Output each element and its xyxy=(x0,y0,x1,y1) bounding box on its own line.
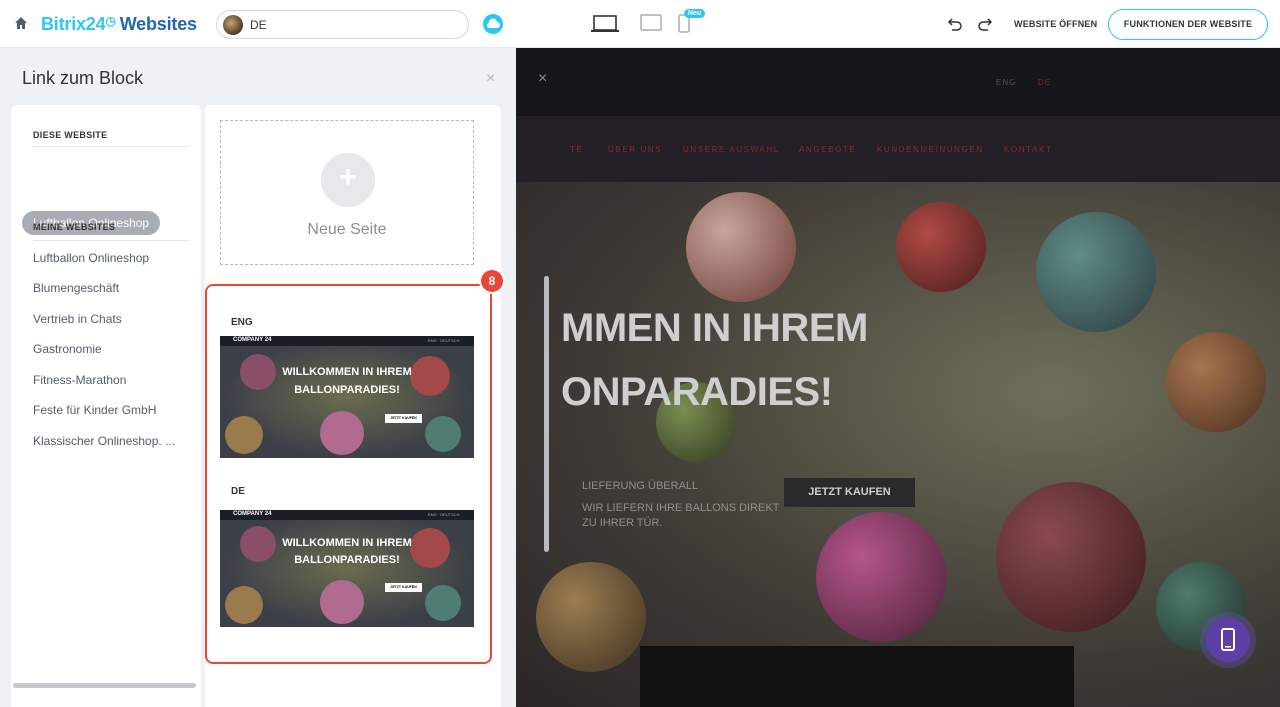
preview-hero: MMEN IN IHREM ONPARADIES! LIEFERUNG ÜBER… xyxy=(516,182,1280,707)
my-sites-header: MEINE WEBSITES xyxy=(33,222,116,232)
laptop-icon[interactable] xyxy=(590,14,620,34)
site-item-klassisch[interactable]: Klassischer Onlineshop. ... xyxy=(33,434,175,448)
brand-bitrix: Bitrix24 xyxy=(41,14,106,34)
cloud-icon[interactable] xyxy=(483,14,503,34)
preview-lang-de: DE xyxy=(1038,78,1052,87)
this-site-header: DIESE WEBSITE xyxy=(33,130,108,140)
brand-clock-icon: ◷ xyxy=(105,14,116,28)
site-item-fitness[interactable]: Fitness-Marathon xyxy=(33,373,126,387)
vertical-scrollbar[interactable] xyxy=(544,276,549,552)
open-website-link[interactable]: WEBSITE ÖFFNEN xyxy=(1014,19,1097,29)
balloon-shape xyxy=(686,192,796,302)
website-preview: ENG DE TE ÜBER UNS UNSERE AUSWAHL ANGEBO… xyxy=(516,48,1280,707)
sites-column: DIESE WEBSITE Luftballon Onlineshop MEIN… xyxy=(11,105,201,707)
site-language-select[interactable]: DE xyxy=(216,10,469,39)
preview-nav-item: ÜBER UNS xyxy=(608,145,663,154)
preview-header: ENG DE xyxy=(516,48,1280,116)
panel-close-icon[interactable]: × xyxy=(486,70,495,88)
balloon-shape xyxy=(996,482,1146,632)
preview-nav-item: ANGEBOTE xyxy=(799,145,857,154)
panel-title: Link zum Block xyxy=(22,68,144,88)
home-icon[interactable] xyxy=(14,16,28,30)
preview-footer-block xyxy=(640,646,1074,707)
preview-delivery: LIEFERUNG ÜBERALL xyxy=(582,480,699,492)
preview-nav-item: KUNDENMEINUNGEN xyxy=(877,145,984,154)
preview-hero-title-2: ONPARADIES! xyxy=(561,370,833,414)
balloon-shape xyxy=(1036,212,1156,332)
mobile-preview-button[interactable] xyxy=(1206,618,1250,662)
site-item-feste[interactable]: Feste für Kinder GmbH xyxy=(33,403,156,417)
site-language-value: DE xyxy=(250,18,267,32)
tablet-icon[interactable] xyxy=(640,14,662,32)
balloon-shape xyxy=(1166,332,1266,432)
top-bar: Bitrix24◷ Websites DE Neu WEBSITE ÖFFNEN … xyxy=(0,0,1280,48)
horizontal-scrollbar[interactable] xyxy=(13,683,196,688)
undo-icon[interactable] xyxy=(947,16,963,32)
highlight-frame xyxy=(205,284,492,664)
brand-title: Bitrix24◷ Websites xyxy=(41,14,197,35)
site-avatar xyxy=(223,15,243,35)
balloon-shape xyxy=(896,202,986,292)
brand-websites: Websites xyxy=(119,14,197,34)
step-badge: 8 xyxy=(481,270,503,292)
preview-lang-eng: ENG xyxy=(996,78,1017,87)
preview-nav-item: UNSERE AUSWAHL xyxy=(683,145,780,154)
new-page-label: Neue Seite xyxy=(307,221,387,238)
site-item-gastronomie[interactable]: Gastronomie xyxy=(33,342,102,356)
new-badge: Neu xyxy=(684,9,706,18)
site-item-blumen[interactable]: Blumengeschäft xyxy=(33,281,119,295)
divider xyxy=(33,240,189,241)
preview-delivery-sub-1: WIR LIEFERN IHRE BALLONS DIREKT xyxy=(582,502,780,514)
plus-glyph: + xyxy=(339,161,357,194)
preview-nav-item: KONTAKT xyxy=(1004,145,1053,154)
mobile-phone-icon xyxy=(1221,628,1235,651)
redo-icon[interactable] xyxy=(977,16,993,32)
site-item-vertrieb[interactable]: Vertrieb in Chats xyxy=(33,312,122,326)
plus-icon: + xyxy=(321,153,375,207)
preview-delivery-sub-2: ZU IHRER TÜR. xyxy=(582,517,663,529)
preview-buy-button: JETZT KAUFEN xyxy=(784,478,915,507)
preview-hero-title-1: MMEN IN IHREM xyxy=(561,306,868,350)
preview-nav: TE ÜBER UNS UNSERE AUSWAHL ANGEBOTE KUND… xyxy=(516,116,1280,182)
preview-nav-item: TE xyxy=(570,145,584,154)
website-functions-button[interactable]: FUNKTIONEN DER WEBSITE xyxy=(1108,9,1268,40)
site-item-luftballon[interactable]: Luftballon Onlineshop xyxy=(33,251,149,265)
balloon-shape xyxy=(816,512,946,642)
new-page-card[interactable]: + Neue Seite xyxy=(220,120,474,265)
preview-close-icon[interactable]: × xyxy=(538,70,547,88)
balloon-shape xyxy=(536,562,646,672)
divider xyxy=(33,146,189,147)
